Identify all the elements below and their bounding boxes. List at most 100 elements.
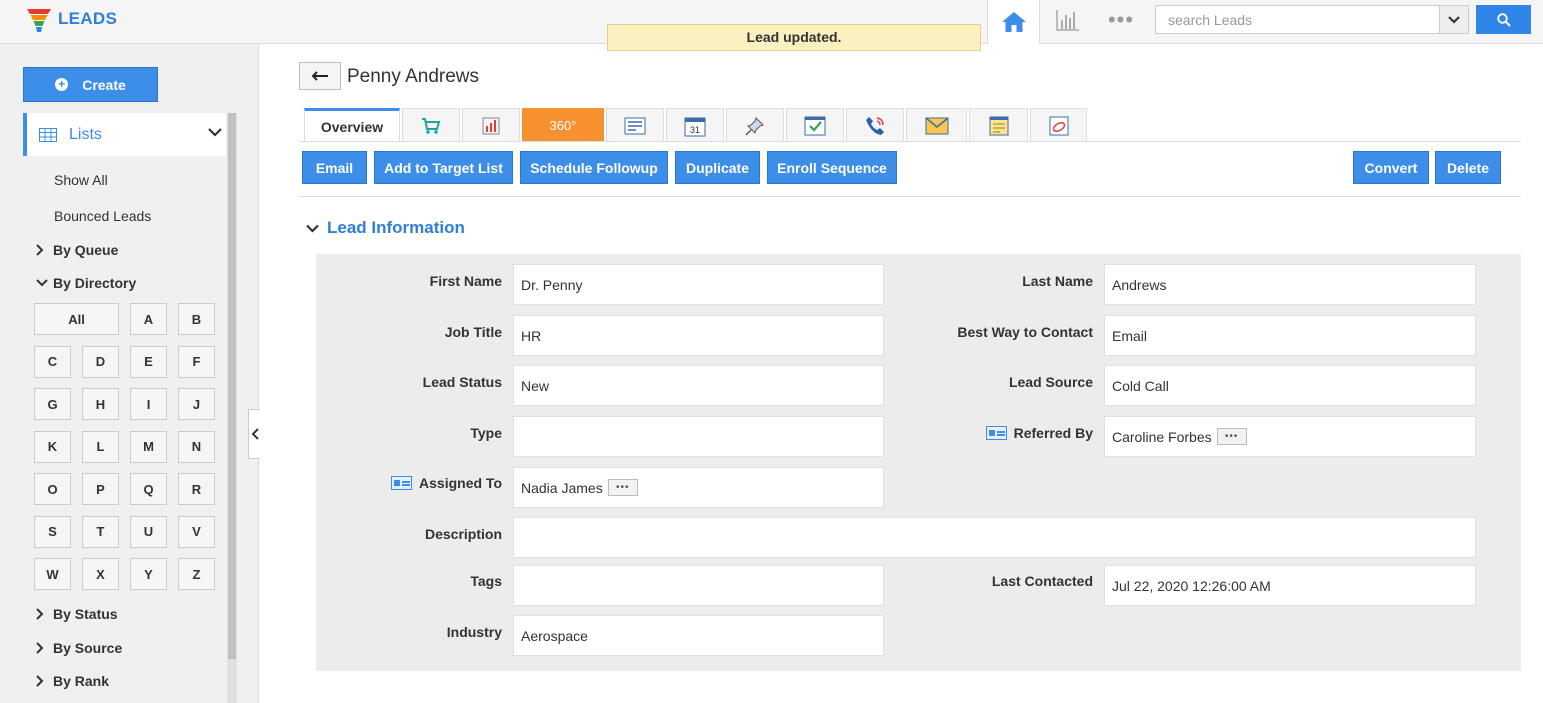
reports-button[interactable]: [1054, 6, 1082, 34]
tab-details[interactable]: [606, 108, 664, 142]
tags-label: Tags: [470, 573, 502, 589]
chevron-down-icon: [36, 279, 48, 287]
directory-button-k[interactable]: K: [34, 430, 71, 463]
tab-overview[interactable]: Overview: [304, 108, 400, 142]
tags-field[interactable]: [513, 565, 884, 606]
tab-emails[interactable]: [906, 108, 967, 142]
duplicate-button[interactable]: Duplicate: [675, 151, 760, 184]
directory-button-g[interactable]: G: [34, 388, 71, 420]
tab-calls[interactable]: [846, 108, 904, 142]
directory-button-z[interactable]: Z: [178, 558, 215, 590]
directory-button-d[interactable]: D: [82, 345, 119, 378]
chevron-down-icon: [208, 128, 222, 137]
assigned-to-field[interactable]: Nadia James •••: [513, 467, 884, 508]
directory-button-s[interactable]: S: [34, 515, 71, 548]
directory-button-l[interactable]: L: [82, 430, 119, 463]
directory-button-j[interactable]: J: [178, 388, 215, 420]
chevron-right-icon: [36, 608, 44, 620]
directory-button-t[interactable]: T: [82, 515, 119, 548]
assigned-to-lookup-button[interactable]: •••: [607, 479, 638, 496]
tab-products[interactable]: [402, 108, 460, 142]
chevron-right-icon: [36, 642, 44, 654]
directory-button-h[interactable]: H: [82, 388, 119, 420]
top-bar: LEADS Lead updated. •••: [0, 0, 1543, 51]
lists-header[interactable]: Lists: [23, 113, 226, 156]
industry-field[interactable]: Aerospace: [513, 615, 884, 656]
tab-360-view[interactable]: 360°: [522, 108, 604, 142]
search-dropdown-button[interactable]: [1439, 5, 1469, 34]
tab-attachments[interactable]: [1030, 108, 1087, 142]
create-button[interactable]: + Create: [23, 67, 158, 102]
last-contacted-field[interactable]: Jul 22, 2020 12:26:00 AM: [1104, 565, 1476, 606]
enroll-sequence-button[interactable]: Enroll Sequence: [767, 151, 897, 184]
sidebar-group-by-queue[interactable]: By Queue: [36, 242, 118, 258]
directory-button-n[interactable]: N: [178, 430, 215, 463]
directory-button-e[interactable]: E: [130, 345, 167, 378]
more-icon: •••: [1107, 7, 1135, 32]
directory-button-v[interactable]: V: [178, 515, 215, 548]
sidebar-group-by-directory[interactable]: By Directory: [36, 275, 136, 291]
directory-button-q[interactable]: Q: [130, 473, 167, 505]
sidebar-group-by-rank[interactable]: By Rank: [36, 673, 109, 689]
more-button[interactable]: •••: [1106, 6, 1136, 34]
sidebar-item-show-all[interactable]: Show All: [54, 172, 108, 188]
type-field[interactable]: [513, 416, 884, 457]
directory-button-all[interactable]: All: [34, 303, 119, 335]
sidebar-collapse-button[interactable]: [248, 409, 260, 459]
directory-button-i[interactable]: I: [130, 388, 167, 420]
tab-notes[interactable]: [969, 108, 1028, 142]
directory-button-y[interactable]: Y: [130, 558, 167, 590]
section-title: Lead Information: [327, 218, 465, 237]
assigned-to-value: Nadia James: [521, 479, 603, 496]
sidebar-group-by-status[interactable]: By Status: [36, 606, 118, 622]
directory-button-f[interactable]: F: [178, 345, 215, 378]
app-logo[interactable]: LEADS: [26, 6, 117, 32]
lead-status-field[interactable]: New: [513, 365, 884, 406]
last-name-field[interactable]: Andrews: [1104, 264, 1476, 305]
directory-button-u[interactable]: U: [130, 515, 167, 548]
directory-button-r[interactable]: R: [178, 473, 215, 505]
sidebar-item-bounced-leads[interactable]: Bounced Leads: [54, 208, 151, 224]
search-button[interactable]: [1476, 5, 1531, 34]
email-button[interactable]: Email: [302, 151, 367, 184]
lists-label: Lists: [69, 125, 102, 143]
search-input[interactable]: [1155, 5, 1440, 34]
description-field[interactable]: [513, 517, 1476, 558]
directory-button-w[interactable]: W: [34, 558, 71, 590]
directory-button-b[interactable]: B: [178, 303, 215, 335]
referred-by-lookup-button[interactable]: •••: [1216, 428, 1247, 445]
home-button[interactable]: [987, 0, 1040, 44]
add-to-target-list-button[interactable]: Add to Target List: [374, 151, 513, 184]
lead-information-header[interactable]: Lead Information: [306, 218, 465, 238]
schedule-followup-button[interactable]: Schedule Followup: [520, 151, 668, 184]
industry-label: Industry: [446, 624, 502, 640]
first-name-field[interactable]: Dr. Penny: [513, 264, 884, 305]
group-label: By Queue: [53, 242, 119, 258]
directory-button-o[interactable]: O: [34, 473, 71, 505]
page-title: Penny Andrews: [347, 66, 480, 87]
tab-label: Overview: [320, 118, 384, 135]
directory-button-p[interactable]: P: [82, 473, 119, 505]
delete-button[interactable]: Delete: [1435, 151, 1501, 184]
phone-icon: [866, 116, 884, 135]
best-way-to-contact-field[interactable]: Email: [1104, 315, 1476, 356]
convert-button[interactable]: Convert: [1353, 151, 1429, 184]
contact-card-icon: [391, 476, 413, 490]
lead-source-field[interactable]: Cold Call: [1104, 365, 1476, 406]
tab-reports[interactable]: [462, 108, 520, 142]
sidebar-scrollbar-thumb[interactable]: [228, 113, 236, 659]
group-label: By Status: [53, 606, 118, 622]
sidebar-group-by-source[interactable]: By Source: [36, 640, 122, 656]
directory-button-m[interactable]: M: [130, 430, 167, 463]
tab-calendar[interactable]: 31: [666, 108, 724, 142]
directory-button-a[interactable]: A: [130, 303, 167, 335]
tab-tasks[interactable]: [786, 108, 844, 142]
job-title-field[interactable]: HR: [513, 315, 884, 356]
directory-button-x[interactable]: X: [82, 558, 119, 590]
referred-by-field[interactable]: Caroline Forbes •••: [1104, 416, 1476, 457]
back-button[interactable]: [299, 62, 341, 90]
search-icon: [1496, 12, 1511, 27]
tab-pin[interactable]: [726, 108, 784, 142]
last-contacted-label: Last Contacted: [991, 573, 1093, 589]
directory-button-c[interactable]: C: [34, 345, 71, 378]
